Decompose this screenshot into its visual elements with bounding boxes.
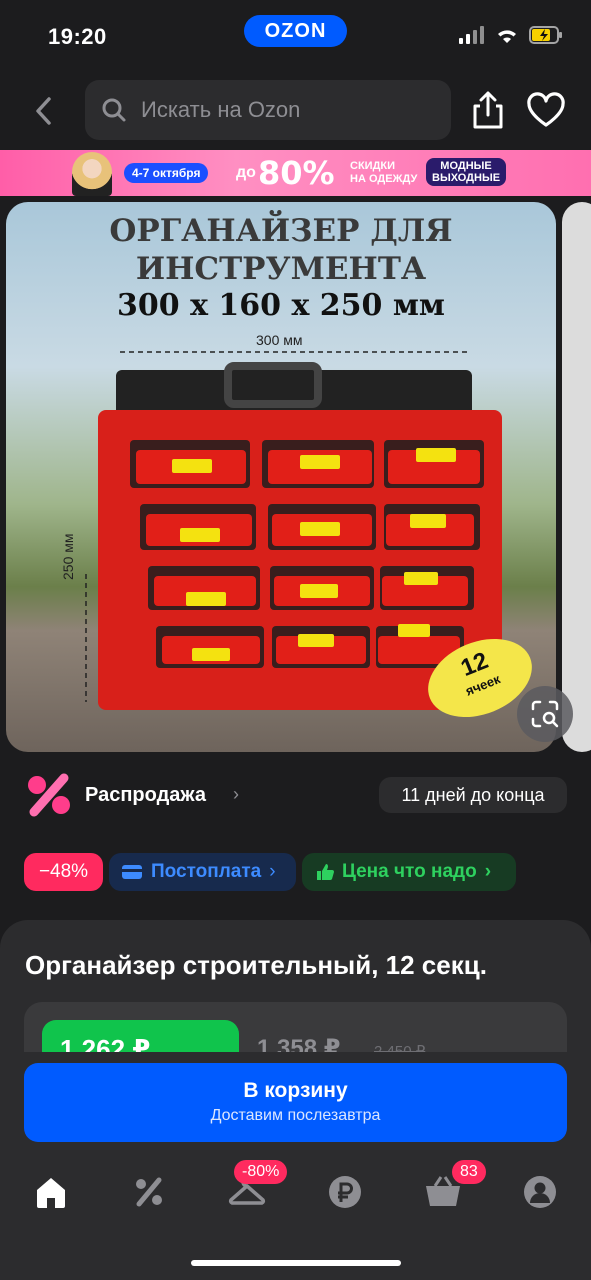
good-price-label: Цена что надо xyxy=(342,861,477,882)
thumbs-up-icon xyxy=(317,864,334,881)
image-search-button[interactable] xyxy=(517,686,573,742)
promo-subtitle-line1: СКИДКИ xyxy=(350,160,396,172)
visual-search-icon xyxy=(531,700,559,728)
good-price-badge[interactable]: Цена что надо › xyxy=(302,853,516,891)
home-indicator xyxy=(191,1260,401,1266)
card-price: 1 262 ₽ xyxy=(42,1020,239,1052)
sale-countdown: 11 дней до конца xyxy=(379,777,567,813)
old-price: 2 450 ₽ xyxy=(374,1043,426,1052)
cart-count-badge: 83 xyxy=(452,1160,486,1184)
chevron-right-icon: › xyxy=(233,784,239,804)
promo-banner[interactable]: 4-7 октября до 80% СКИДКИ НА ОДЕЖДУ МОДН… xyxy=(0,150,591,196)
ozon-logo: OZON xyxy=(244,15,347,47)
promo-subtitle: СКИДКИ НА ОДЕЖДУ xyxy=(350,160,417,186)
clock: 19:20 xyxy=(48,24,107,49)
battery-icon xyxy=(529,26,562,44)
sale-label[interactable]: Распродажа xyxy=(85,784,206,807)
favorite-heart-icon[interactable] xyxy=(526,92,566,128)
back-arrow-icon[interactable] xyxy=(30,94,60,128)
add-to-cart-label: В корзину xyxy=(243,1079,348,1102)
chevron-right-icon: › xyxy=(484,861,492,882)
signal-icon xyxy=(459,26,484,44)
promo-tag-line1: МОДНЫЕ xyxy=(440,160,492,172)
product-image-gallery[interactable]: ОРГАНАЙЗЕР ДЛЯ ИНСТРУМЕНТА 300 х 160 х 2… xyxy=(6,202,556,752)
promo-percent: 80% xyxy=(258,154,335,192)
promo-subtitle-line2: НА ОДЕЖДУ xyxy=(350,173,418,185)
regular-price: 1 358 ₽ xyxy=(257,1035,341,1052)
promo-tag-line2: ВЫХОДНЫЕ xyxy=(432,172,501,184)
promo-model-image xyxy=(72,152,112,196)
search-input[interactable]: Искать на Ozon xyxy=(85,80,451,140)
next-image-peek[interactable] xyxy=(562,202,591,752)
system-icons xyxy=(459,26,563,44)
finance-ruble-icon[interactable] xyxy=(325,1174,365,1210)
status-bar: 19:20 OZON xyxy=(0,0,591,72)
add-to-cart-button[interactable]: В корзину Доставим послезавтра xyxy=(24,1063,567,1142)
postpay-badge[interactable]: Постоплата › xyxy=(109,853,296,891)
home-icon[interactable] xyxy=(31,1174,71,1210)
card-icon xyxy=(122,865,142,879)
delivery-label: Доставим послезавтра xyxy=(210,1107,381,1124)
share-icon[interactable] xyxy=(470,90,506,130)
promo-dates: 4-7 октября xyxy=(124,163,209,183)
wifi-icon xyxy=(498,30,516,43)
postpay-label: Постоплата xyxy=(151,861,262,882)
bottom-tab-bar: -80% 83 xyxy=(0,1150,591,1280)
search-icon xyxy=(102,98,126,122)
clothes-discount-badge: -80% xyxy=(234,1160,288,1184)
promo-prefix: до xyxy=(236,164,256,181)
discount-badge: −48% xyxy=(24,853,103,891)
product-title: Органайзер строительный, 12 секц. xyxy=(25,950,487,980)
profile-icon[interactable] xyxy=(520,1174,560,1210)
sale-percent-icon xyxy=(28,773,70,817)
image-height-label: 250 мм xyxy=(60,533,76,581)
promo-tag: МОДНЫЕ ВЫХОДНЫЕ xyxy=(426,158,507,186)
search-placeholder: Искать на Ozon xyxy=(141,97,301,122)
chevron-right-icon: › xyxy=(269,861,276,882)
price-card: 1 262 ₽ 1 358 ₽ 2 450 ₽ xyxy=(24,1002,567,1052)
discount-tab-icon[interactable] xyxy=(129,1174,169,1210)
